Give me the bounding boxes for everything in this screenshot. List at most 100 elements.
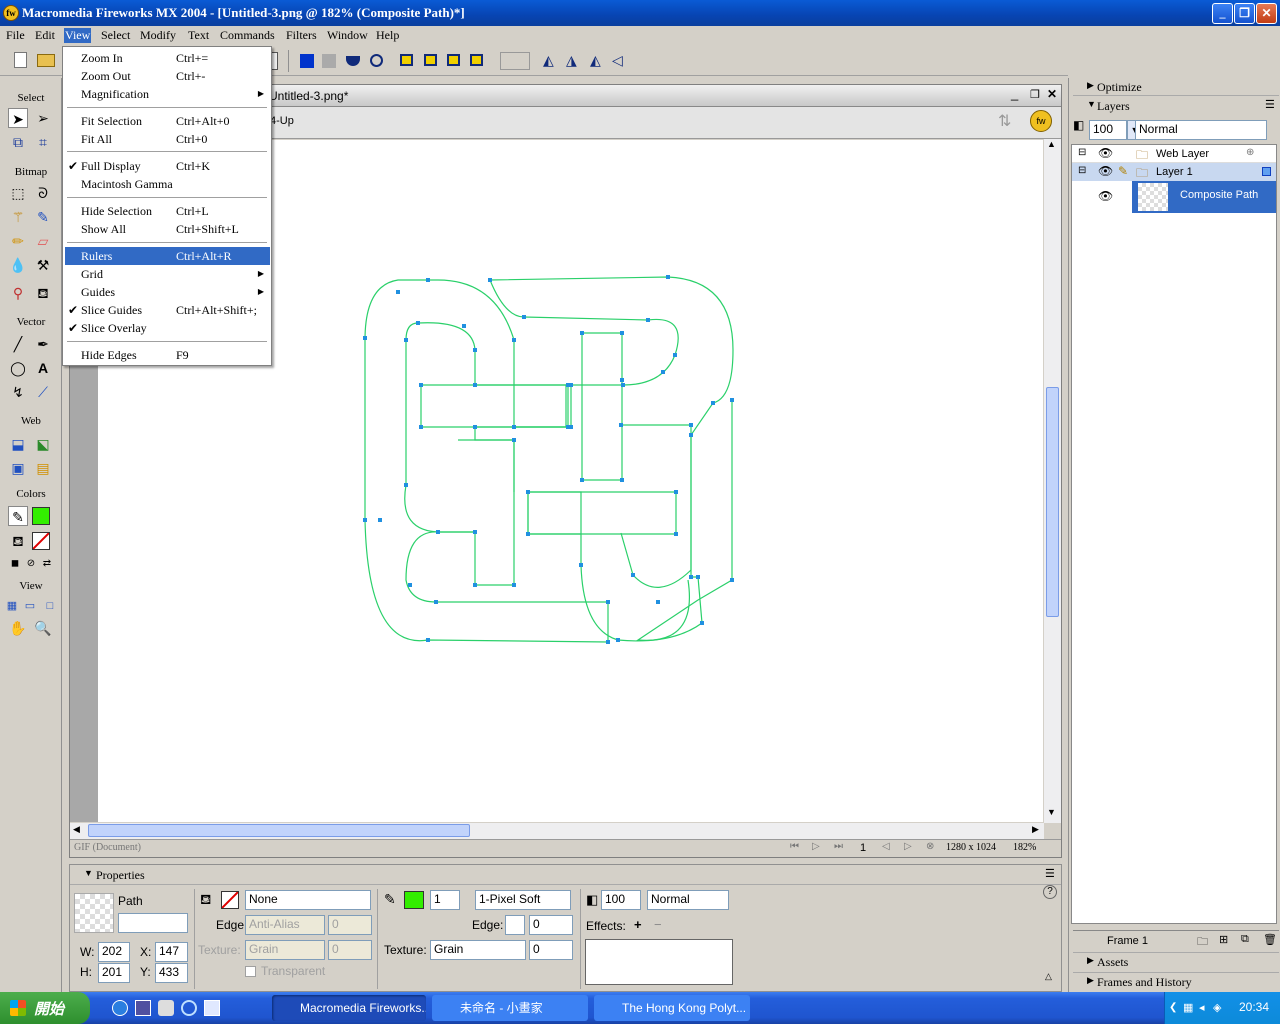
pointer-tool-icon[interactable]: ➤ — [8, 108, 28, 128]
fill-color-swatch[interactable] — [32, 532, 50, 550]
scroll-down-icon[interactable]: ▼ — [1047, 807, 1056, 817]
new-sublayer-icon[interactable]: 🗀 — [1197, 933, 1208, 952]
magic-wand-icon[interactable]: ⚚ — [8, 207, 28, 227]
x-field[interactable]: 147 — [155, 942, 188, 962]
menu-item-magnification[interactable]: Magnification ▶ — [65, 85, 270, 103]
stroke-color-swatch[interactable] — [32, 507, 50, 525]
vertical-scroll-thumb[interactable] — [1046, 387, 1059, 617]
fill-type-select[interactable]: None — [245, 890, 371, 910]
object-name[interactable]: Composite Path — [1180, 189, 1258, 201]
layer-row-web[interactable]: ⊟ 👁 🗀 Web Layer ⊕ — [1072, 145, 1276, 163]
menu-item-rulers[interactable]: Rulers Ctrl+Alt+R — [65, 247, 270, 265]
brush-tool-icon[interactable]: ✎ — [33, 207, 53, 227]
hide-hotspots-icon[interactable]: ▣ — [8, 458, 28, 478]
menu-commands[interactable]: Commands — [219, 28, 276, 43]
standard-screen-mode-icon[interactable]: ▦ — [2, 596, 22, 616]
menu-item-fit-all[interactable]: Fit All Ctrl+0 — [65, 130, 270, 148]
menu-item-slice-guides[interactable]: ✔ Slice Guides Ctrl+Alt+Shift+; — [65, 301, 270, 319]
layer-row-layer1[interactable]: ⊟ 👁 ✎ 🗀 Layer 1 — [1072, 163, 1276, 181]
doc-minimize-button[interactable]: _ — [1011, 86, 1018, 101]
zoom-tool-icon[interactable]: 🔍 — [33, 618, 53, 638]
rotate-right-icon[interactable]: ◮ — [566, 52, 584, 70]
slice-tool-icon[interactable]: ⬕ — [33, 434, 53, 454]
fill-texture-value[interactable]: 0 — [328, 940, 372, 960]
assets-panel-header[interactable]: ▶ Assets — [1073, 952, 1279, 970]
menu-window[interactable]: Window — [326, 28, 369, 43]
properties-header[interactable]: ▼ Properties ☰ — [70, 865, 1061, 885]
pencil-tool-icon[interactable]: ✏ — [8, 231, 28, 251]
group-icon[interactable] — [300, 54, 314, 68]
menu-item-fit-selection[interactable]: Fit Selection Ctrl+Alt+0 — [65, 112, 270, 130]
join-icon[interactable] — [346, 56, 360, 66]
width-field[interactable]: 202 — [98, 942, 130, 962]
fill-edge-value[interactable]: 0 — [328, 915, 372, 935]
object-blend-select[interactable]: Normal — [647, 890, 729, 910]
full-screen-menu-mode-icon[interactable]: ▭ — [20, 596, 40, 616]
menu-item-slice-overlay[interactable]: ✔ Slice Overlay — [65, 319, 270, 337]
layer-blend-mode[interactable]: Normal — [1135, 120, 1267, 140]
transparent-checkbox[interactable] — [245, 966, 256, 977]
remove-effect-icon[interactable]: − — [654, 917, 662, 932]
menu-file[interactable]: File — [5, 28, 26, 43]
open-folder-icon[interactable] — [37, 54, 55, 67]
show-hotspots-icon[interactable]: ▤ — [33, 458, 53, 478]
eyedropper-icon[interactable]: ⚲ — [8, 283, 28, 303]
bring-to-front-icon[interactable] — [400, 54, 413, 66]
send-to-back-icon[interactable] — [470, 54, 483, 66]
start-button[interactable]: 開始 — [0, 992, 90, 1024]
menu-item-full-display[interactable]: ✔ Full Display Ctrl+K — [65, 157, 270, 175]
object-opacity-field[interactable]: 100 — [601, 890, 641, 910]
messenger-icon[interactable] — [158, 1000, 174, 1016]
quick-export-icon[interactable]: fw — [1030, 110, 1052, 132]
menu-view[interactable]: View — [64, 28, 92, 43]
stroke-color-swatch[interactable] — [404, 891, 424, 909]
search-icon[interactable] — [181, 1000, 197, 1016]
collapse-properties-icon[interactable]: △ — [1045, 971, 1052, 982]
menu-item-show-all[interactable]: Show All Ctrl+Shift+L — [65, 220, 270, 238]
menu-item-guides[interactable]: Guides ▶ — [65, 283, 270, 301]
layer-name[interactable]: Layer 1 — [1156, 166, 1193, 178]
menu-edit[interactable]: Edit — [34, 28, 56, 43]
eye-icon[interactable]: 👁 — [1098, 146, 1113, 160]
stroke-type-select[interactable]: 1-Pixel Soft — [475, 890, 571, 910]
view-4up-tab[interactable]: 4-Up — [270, 115, 294, 127]
object-name-field[interactable] — [118, 913, 188, 933]
fill-color-swatch[interactable] — [221, 891, 239, 909]
edit-pencil-icon[interactable]: ✎ — [1118, 164, 1128, 178]
swap-colors-icon[interactable]: ⇄ — [37, 554, 57, 574]
ungroup-icon[interactable] — [322, 54, 336, 68]
volume-icon[interactable]: ◂ — [1199, 1001, 1205, 1014]
knife-tool-icon[interactable]: ⟋ — [33, 382, 53, 402]
menu-select[interactable]: Select — [100, 28, 131, 43]
network-icon[interactable]: ▦ — [1183, 1001, 1193, 1014]
stroke-edge-value[interactable]: 0 — [529, 915, 573, 935]
send-backward-icon[interactable] — [447, 54, 460, 66]
split-icon[interactable] — [370, 54, 383, 67]
new-bitmap-icon[interactable]: ⊞ — [1219, 933, 1228, 946]
rotate-left-icon[interactable]: ◭ — [543, 52, 561, 70]
task-browser[interactable]: The Hong Kong Polyt... — [594, 995, 750, 1021]
collapse-toggle-icon[interactable]: ⊟ — [1078, 147, 1086, 158]
y-field[interactable]: 433 — [155, 963, 188, 983]
object-row-composite-path[interactable]: 👁 Composite Path — [1072, 181, 1276, 213]
pen-tool-icon[interactable]: ✒ — [33, 334, 53, 354]
layer-opacity-field[interactable]: 100 — [1089, 120, 1127, 140]
doc-close-button[interactable]: ✕ — [1047, 87, 1057, 101]
eye-icon[interactable]: 👁 — [1098, 189, 1113, 203]
menu-item-hide-edges[interactable]: Hide Edges F9 — [65, 346, 270, 364]
freeform-tool-icon[interactable]: ↯ — [8, 382, 28, 402]
blur-tool-icon[interactable]: 💧 — [8, 255, 28, 275]
fill-texture-select[interactable]: Grain — [245, 940, 325, 960]
text-tool-icon[interactable]: A — [33, 358, 53, 378]
menu-filters[interactable]: Filters — [285, 28, 318, 43]
vertical-scrollbar[interactable]: ▲ ▼ — [1044, 139, 1061, 823]
menu-help[interactable]: Help — [375, 28, 400, 43]
first-frame-icon[interactable]: ⏮ — [790, 841, 799, 852]
frame-label[interactable]: Frame 1 — [1107, 935, 1148, 947]
marquee-tool-icon[interactable]: ⬚ — [8, 183, 28, 203]
menu-item-macintosh-gamma[interactable]: Macintosh Gamma — [65, 175, 270, 193]
scale-tool-icon[interactable]: ⧉ — [8, 132, 28, 152]
quick-export-arrows-icon[interactable]: ⇅ — [998, 111, 1011, 131]
next-frame-icon[interactable]: ▷ — [904, 841, 912, 852]
add-effect-icon[interactable]: + — [634, 917, 642, 932]
